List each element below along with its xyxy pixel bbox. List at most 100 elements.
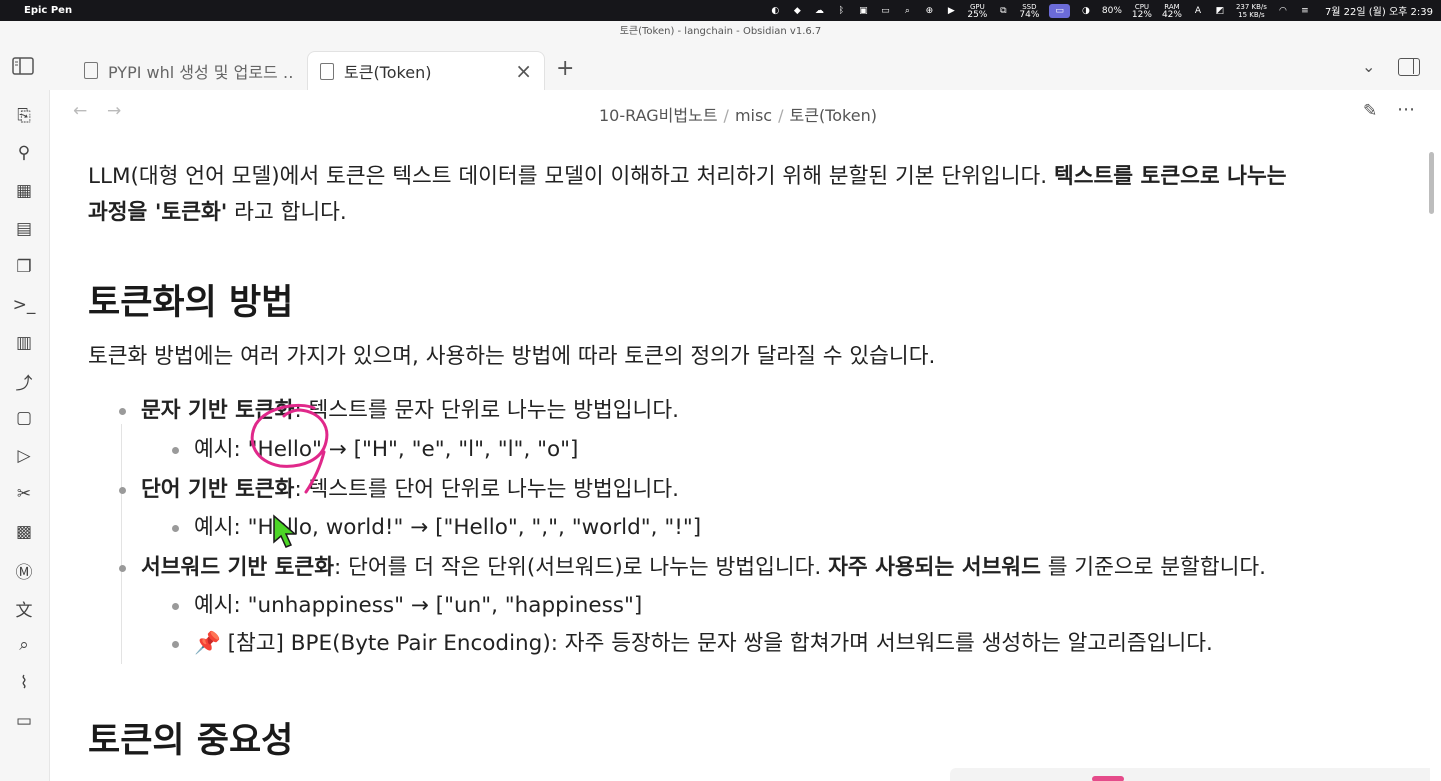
screen-capture-icon[interactable]: ◐ (769, 4, 781, 18)
scrollbar-track[interactable] (1427, 134, 1441, 781)
menu-app-name[interactable]: Epic Pen (24, 5, 72, 16)
bullet (172, 447, 179, 454)
list-subitem[interactable]: 예시: "Hello" → ["H", "e", "l", "l", "o"] (172, 432, 579, 468)
dark-mode-icon[interactable]: ◑ (1080, 4, 1092, 18)
workflow-icon[interactable]: ⌇ (13, 672, 35, 694)
breadcrumb: 10-RAG비법노트 / misc / 토큰(Token) (599, 106, 877, 125)
item-bold: 단어 기반 토큰화 (141, 477, 295, 502)
screen-mirroring-icon[interactable]: ▭ (1049, 3, 1070, 18)
bluetooth-icon[interactable]: ᛒ (835, 4, 847, 18)
battery-percent[interactable]: 80% (1102, 6, 1122, 16)
menu-clock[interactable]: 7월 22일 (월) 오후 2:39 (1325, 3, 1433, 18)
file-icon (84, 62, 98, 79)
window-icon[interactable]: ⧉ (997, 4, 1009, 18)
subitem-text: 예시: "Hello, world!" → ["Hello", ",", "wo… (194, 515, 702, 540)
intro-bold-1: 텍스트를 토큰으로 나누는 (1053, 164, 1287, 189)
forward-arrow-icon[interactable]: → (107, 101, 121, 121)
wifi-icon[interactable]: ◠ (1277, 4, 1289, 18)
tab-pypi[interactable]: PYPI whl 생성 및 업로드 … (72, 51, 304, 90)
list-subitem[interactable]: 예시: "Hello, world!" → ["Hello", ",", "wo… (172, 510, 702, 546)
heading-methods[interactable]: 토큰화의 방법 (88, 274, 293, 325)
item-bold: 문자 기반 토큰화 (141, 398, 295, 423)
heading-importance[interactable]: 토큰의 중요성 (88, 712, 293, 763)
play-icon[interactable]: ▶ (945, 4, 957, 18)
chat-icon[interactable]: ▢ (13, 407, 35, 429)
subitem-text: 예시: "unhappiness" → ["un", "happiness"] (194, 593, 643, 618)
right-sidebar-toggle-icon[interactable] (1398, 58, 1420, 76)
canvas-icon[interactable]: ▦ (13, 180, 35, 202)
terminal-icon[interactable]: >_ (13, 294, 36, 316)
left-sidebar-toggle-icon[interactable] (12, 57, 36, 77)
git-icon[interactable]: ⤴ (13, 370, 35, 394)
list-subitem[interactable]: 예시: "unhappiness" → ["un", "happiness"] (172, 588, 643, 624)
tab-bar: PYPI whl 생성 및 업로드 … 토큰(Token) × + ⌄ (0, 43, 1441, 90)
list-item[interactable]: 문자 기반 토큰화: 텍스트를 문자 단위로 나누는 방법입니다. (119, 393, 679, 429)
scrollbar-thumb[interactable] (1429, 152, 1434, 214)
list-subitem[interactable]: 📌 [참고] BPE(Byte Pair Encoding): 자주 등장하는 … (172, 626, 1213, 662)
ssd-value: 74% (1019, 9, 1040, 20)
item-text: : 텍스트를 문자 단위로 나누는 방법입니다. (294, 398, 679, 423)
back-arrow-icon[interactable]: ← (73, 101, 87, 121)
templates-icon[interactable]: ❐ (13, 256, 35, 278)
open-quick-switcher-icon[interactable]: ⎘ (13, 105, 35, 127)
search-icon[interactable]: ⌕ (13, 634, 35, 656)
item-bold-2: 자주 사용되는 서브워드 (828, 555, 1041, 580)
control-center-icon[interactable]: ≡ (1299, 4, 1311, 18)
view-header: ← → 10-RAG비법노트 / misc / 토큰(Token) ✎ ⋯ (51, 90, 1441, 134)
tools-icon[interactable]: ✂ (13, 483, 35, 505)
gpu-value: 25% (967, 9, 988, 20)
network-stat[interactable]: 237 KB/s 15 KB/s (1236, 3, 1267, 19)
tab-token[interactable]: 토큰(Token) × (307, 51, 545, 90)
breadcrumb-subfolder[interactable]: misc (735, 106, 772, 125)
recording-indicator[interactable] (1092, 776, 1124, 781)
focus-icon[interactable]: ◩ (1214, 4, 1226, 18)
chevron-down-icon[interactable]: ⌄ (1362, 57, 1375, 76)
item-bold: 서브워드 기반 토큰화 (141, 555, 334, 580)
display-icon[interactable]: ▣ (857, 4, 869, 18)
net-up: 237 KB/s (1235, 2, 1267, 11)
translate-icon[interactable]: 文 (13, 597, 35, 621)
list-item[interactable]: 서브워드 기반 토큰화: 단어를 더 작은 단위(서브워드)로 나누는 방법입니… (119, 550, 1266, 586)
bullet (119, 565, 126, 572)
bullet (172, 641, 179, 648)
ram-stat[interactable]: RAM 42% (1162, 3, 1182, 20)
gpu-stat[interactable]: GPU 25% (967, 3, 988, 20)
mouse-cursor-icon (273, 514, 298, 548)
run-icon[interactable]: ▷ (13, 445, 35, 467)
vpn-icon[interactable]: ⊕ (923, 4, 935, 18)
edit-pencil-icon[interactable]: ✎ (1363, 101, 1377, 121)
cpu-stat[interactable]: CPU 12% (1131, 3, 1152, 20)
cloud-icon[interactable]: ☁ (813, 4, 825, 18)
tab-label: 토큰(Token) (344, 63, 432, 82)
subitem-text: 📌 [참고] BPE(Byte Pair Encoding): 자주 등장하는 … (194, 631, 1213, 656)
daily-note-icon[interactable]: ▤ (13, 218, 35, 240)
item-text: : 단어를 더 작은 단위(서브워드)로 나누는 방법입니다. (334, 555, 829, 580)
subitem-text: 예시: "Hello" → ["H", "e", "l", "l", "o"] (194, 437, 579, 462)
comment-icon[interactable]: ▭ (13, 710, 35, 732)
new-tab-icon[interactable]: + (556, 56, 574, 81)
status-bar (950, 768, 1430, 781)
intro-tail: 라고 합니다. (227, 200, 347, 225)
methods-description[interactable]: 토큰화 방법에는 여러 가지가 있으며, 사용하는 방법에 따라 토큰의 정의가… (88, 339, 935, 375)
spotlight-icon[interactable]: ⌕ (901, 4, 913, 18)
battery-status-icon[interactable]: ▭ (879, 4, 891, 18)
item-text-2: 를 기준으로 분할합니다. (1040, 555, 1266, 580)
graph-view-icon[interactable]: ⚲ (13, 142, 35, 164)
window-title: 토큰(Token) - langchain - Obsidian v1.6.7 (0, 21, 1441, 43)
intro-bold-2: 과정을 '토큰화' (88, 200, 228, 225)
breadcrumb-file[interactable]: 토큰(Token) (790, 106, 877, 125)
bullet (119, 487, 126, 494)
bullet (172, 603, 179, 610)
more-options-icon[interactable]: ⋯ (1397, 99, 1416, 120)
close-tab-icon[interactable]: × (515, 59, 532, 83)
dropbox-icon[interactable]: ◆ (791, 4, 803, 18)
copilot-icon[interactable]: Ⓜ (13, 559, 35, 583)
intro-paragraph[interactable]: LLM(대형 언어 모델)에서 토큰은 텍스트 데이터를 모델이 이해하고 처리… (88, 159, 1388, 231)
cpu-value: 12% (1131, 9, 1152, 20)
ssd-stat[interactable]: SSD 74% (1019, 3, 1040, 20)
kanban-icon[interactable]: ▩ (13, 521, 35, 543)
breadcrumb-folder[interactable]: 10-RAG비법노트 (599, 106, 718, 125)
input-source-icon[interactable]: A (1192, 4, 1204, 18)
list-item[interactable]: 단어 기반 토큰화: 텍스트를 단어 단위로 나누는 방법입니다. (119, 472, 679, 508)
slides-icon[interactable]: ▥ (13, 332, 35, 354)
